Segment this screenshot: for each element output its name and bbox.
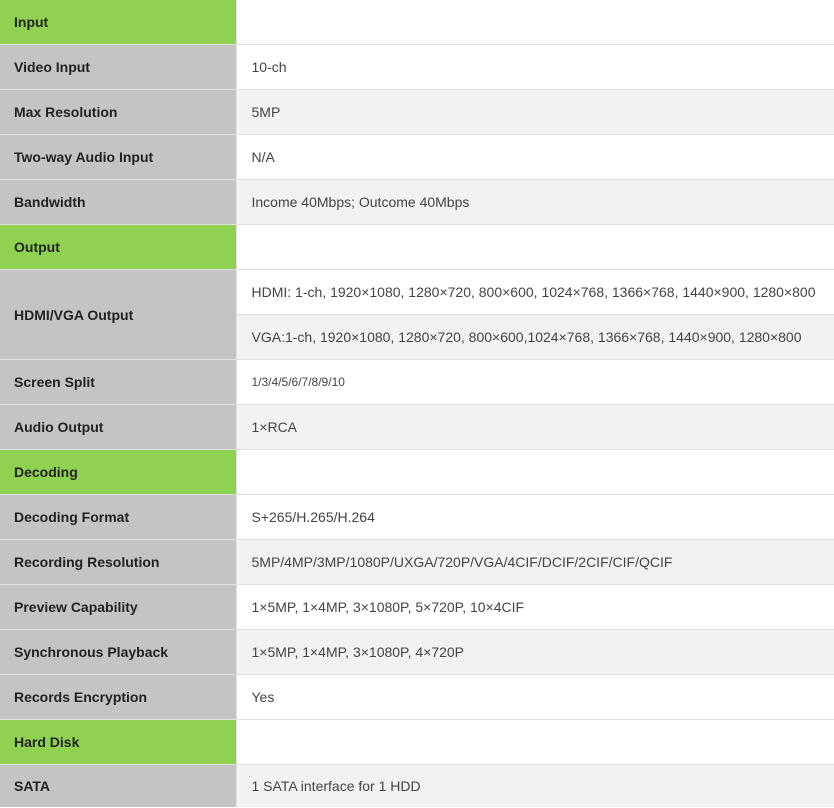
spec-value: 1×5MP, 1×4MP, 3×1080P, 5×720P, 10×4CIF [236,584,834,630]
section-title: Input [0,0,237,45]
spec-table: Input Video Input 10-ch Max Resolution 5… [0,0,834,807]
section-blank [236,224,834,270]
row-sata: SATA 1 SATA interface for 1 HDD [0,764,834,807]
spec-value-hdmi: HDMI: 1-ch, 1920×1080, 1280×720, 800×600… [236,269,834,315]
spec-value: 1 SATA interface for 1 HDD [236,764,834,807]
row-records-encryption: Records Encryption Yes [0,674,834,720]
section-hard-disk: Hard Disk [0,719,834,765]
spec-value: 1/3/4/5/6/7/8/9/10 [236,359,834,405]
section-decoding: Decoding [0,449,834,495]
row-audio-output: Audio Output 1×RCA [0,404,834,450]
spec-label: Decoding Format [0,494,237,540]
row-preview-capability: Preview Capability 1×5MP, 1×4MP, 3×1080P… [0,584,834,630]
spec-label: Video Input [0,44,237,90]
spec-label: Max Resolution [0,89,237,135]
spec-value: N/A [236,134,834,180]
section-title: Output [0,224,237,270]
section-blank [236,719,834,765]
spec-value: 1×RCA [236,404,834,450]
spec-label: HDMI/VGA Output [0,269,237,360]
spec-label: Synchronous Playback [0,629,237,675]
section-input: Input [0,0,834,45]
section-blank [236,0,834,45]
spec-label: Bandwidth [0,179,237,225]
row-video-input: Video Input 10-ch [0,44,834,90]
row-recording-resolution: Recording Resolution 5MP/4MP/3MP/1080P/U… [0,539,834,585]
spec-value: S+265/H.265/H.264 [236,494,834,540]
row-synchronous-playback: Synchronous Playback 1×5MP, 1×4MP, 3×108… [0,629,834,675]
spec-value: 5MP/4MP/3MP/1080P/UXGA/720P/VGA/4CIF/DCI… [236,539,834,585]
row-max-resolution: Max Resolution 5MP [0,89,834,135]
row-decoding-format: Decoding Format S+265/H.265/H.264 [0,494,834,540]
spec-label: Records Encryption [0,674,237,720]
spec-value: Yes [236,674,834,720]
row-hdmi-vga-output: HDMI/VGA Output HDMI: 1-ch, 1920×1080, 1… [0,269,834,360]
spec-value: 1×5MP, 1×4MP, 3×1080P, 4×720P [236,629,834,675]
row-two-way-audio: Two-way Audio Input N/A [0,134,834,180]
section-blank [236,449,834,495]
spec-label: Two-way Audio Input [0,134,237,180]
spec-value: Income 40Mbps; Outcome 40Mbps [236,179,834,225]
spec-value: 5MP [236,89,834,135]
row-screen-split: Screen Split 1/3/4/5/6/7/8/9/10 [0,359,834,405]
spec-label: SATA [0,764,237,807]
row-bandwidth: Bandwidth Income 40Mbps; Outcome 40Mbps [0,179,834,225]
section-title: Hard Disk [0,719,237,765]
spec-value: 10-ch [236,44,834,90]
spec-label: Audio Output [0,404,237,450]
section-title: Decoding [0,449,237,495]
section-output: Output [0,224,834,270]
spec-label: Screen Split [0,359,237,405]
spec-value-vga: VGA:1-ch, 1920×1080, 1280×720, 800×600,1… [236,314,834,360]
spec-label: Recording Resolution [0,539,237,585]
spec-label: Preview Capability [0,584,237,630]
